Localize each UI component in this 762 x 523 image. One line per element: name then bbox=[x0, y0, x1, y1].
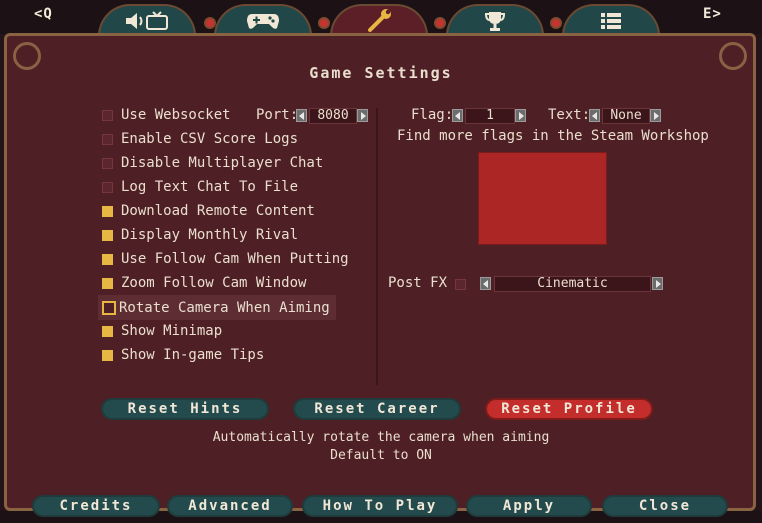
option-label: Zoom Follow Cam Window bbox=[121, 275, 307, 291]
option-disable-multiplayer-chat[interactable]: Disable Multiplayer Chat bbox=[102, 152, 323, 174]
option-label: Log Text Chat To File bbox=[121, 179, 299, 195]
option-label: Use Websocket bbox=[121, 107, 231, 123]
postfx-label: Post FX bbox=[388, 275, 448, 291]
tab-gem bbox=[318, 17, 330, 29]
tab-audio-video[interactable] bbox=[98, 4, 196, 36]
option-enable-csv-logs[interactable]: Enable CSV Score Logs bbox=[102, 128, 298, 150]
checkbox[interactable] bbox=[102, 109, 113, 121]
tab-controls[interactable] bbox=[214, 4, 312, 36]
port-label: Port: bbox=[256, 107, 299, 123]
list-icon bbox=[601, 13, 621, 29]
option-label: Disable Multiplayer Chat bbox=[121, 155, 324, 171]
text-label: Text: bbox=[548, 107, 591, 123]
option-label: Show In-game Tips bbox=[121, 347, 265, 363]
option-label: Download Remote Content bbox=[121, 203, 315, 219]
prev-tab-key[interactable]: <Q bbox=[34, 6, 53, 22]
option-label: Use Follow Cam When Putting bbox=[121, 251, 349, 267]
checkbox[interactable] bbox=[102, 133, 113, 145]
how-to-play-button[interactable]: How To Play bbox=[302, 495, 458, 517]
flag-decrease-arrow-icon[interactable] bbox=[452, 109, 463, 122]
tab-gem bbox=[550, 17, 562, 29]
reset-hints-button[interactable]: Reset Hints bbox=[101, 398, 269, 420]
checkbox[interactable] bbox=[102, 253, 113, 265]
postfx-increase-arrow-icon[interactable] bbox=[652, 277, 663, 290]
checkbox[interactable] bbox=[102, 157, 113, 169]
text-increase-arrow-icon[interactable] bbox=[650, 109, 661, 122]
option-download-remote-content[interactable]: Download Remote Content bbox=[102, 200, 315, 222]
option-use-websocket[interactable]: Use Websocket bbox=[102, 104, 231, 126]
text-value[interactable]: None bbox=[602, 108, 650, 124]
audio-video-icon bbox=[126, 11, 168, 30]
reset-career-button[interactable]: Reset Career bbox=[293, 398, 461, 420]
column-divider bbox=[376, 108, 378, 385]
wrench-icon bbox=[368, 9, 391, 32]
option-description: Automatically rotate the camera when aim… bbox=[212, 430, 550, 445]
checkbox[interactable] bbox=[102, 229, 113, 241]
credits-button[interactable]: Credits bbox=[32, 495, 160, 517]
option-rotate-camera-aiming[interactable]: Rotate Camera When Aiming bbox=[98, 295, 336, 320]
flag-preview bbox=[478, 152, 607, 245]
option-label: Rotate Camera When Aiming bbox=[119, 299, 330, 316]
postfx-value[interactable]: Cinematic bbox=[494, 276, 651, 292]
checkbox[interactable] bbox=[102, 300, 116, 315]
flag-value[interactable]: 1 bbox=[465, 108, 515, 124]
checkbox[interactable] bbox=[102, 205, 113, 217]
close-button[interactable]: Close bbox=[602, 495, 728, 517]
trophy-icon bbox=[484, 12, 506, 31]
page-title: Game Settings bbox=[309, 64, 453, 82]
advanced-button[interactable]: Advanced bbox=[167, 495, 293, 517]
port-increase-arrow-icon[interactable] bbox=[357, 109, 368, 122]
option-follow-cam-putting[interactable]: Use Follow Cam When Putting bbox=[102, 248, 349, 270]
option-label: Show Minimap bbox=[121, 323, 223, 339]
flag-increase-arrow-icon[interactable] bbox=[515, 109, 526, 122]
option-show-minimap[interactable]: Show Minimap bbox=[102, 320, 222, 342]
tab-gem bbox=[434, 17, 446, 29]
option-label: Display Monthly Rival bbox=[121, 227, 299, 243]
option-show-ingame-tips[interactable]: Show In-game Tips bbox=[102, 344, 264, 366]
flag-label: Flag: bbox=[411, 107, 454, 123]
option-zoom-follow-cam[interactable]: Zoom Follow Cam Window bbox=[102, 272, 306, 294]
postfx-checkbox[interactable] bbox=[455, 279, 466, 290]
option-label: Enable CSV Score Logs bbox=[121, 131, 299, 147]
checkbox[interactable] bbox=[102, 349, 113, 361]
apply-button[interactable]: Apply bbox=[466, 495, 592, 517]
tab-list[interactable] bbox=[562, 4, 660, 36]
port-decrease-arrow-icon[interactable] bbox=[296, 109, 307, 122]
checkbox[interactable] bbox=[102, 277, 113, 289]
checkbox[interactable] bbox=[102, 181, 113, 193]
tab-achievements[interactable] bbox=[446, 4, 544, 36]
checkbox[interactable] bbox=[102, 325, 113, 337]
tab-game-settings[interactable] bbox=[330, 4, 428, 36]
option-default-note: Default to ON bbox=[330, 448, 432, 463]
workshop-note: Find more flags in the Steam Workshop bbox=[397, 128, 709, 144]
reset-profile-button[interactable]: Reset Profile bbox=[485, 398, 653, 420]
option-log-text-chat[interactable]: Log Text Chat To File bbox=[102, 176, 298, 198]
postfx-decrease-arrow-icon[interactable] bbox=[480, 277, 491, 290]
text-decrease-arrow-icon[interactable] bbox=[589, 109, 600, 122]
next-tab-key[interactable]: E> bbox=[703, 6, 722, 22]
option-display-monthly-rival[interactable]: Display Monthly Rival bbox=[102, 224, 298, 246]
port-value[interactable]: 8080 bbox=[309, 108, 357, 124]
gamepad-icon bbox=[247, 14, 279, 29]
